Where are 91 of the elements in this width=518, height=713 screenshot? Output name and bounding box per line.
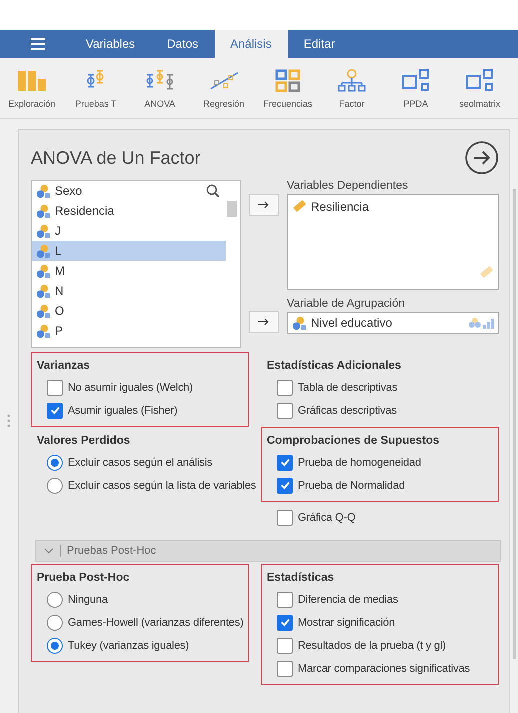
variable-item[interactable]: Sexo bbox=[32, 181, 226, 201]
check-icon bbox=[280, 480, 290, 491]
checkbox[interactable] bbox=[277, 592, 293, 608]
radio-button[interactable] bbox=[47, 478, 63, 494]
radio-label: Excluir casos según la lista de variables bbox=[68, 480, 256, 492]
variable-types-icon bbox=[468, 317, 494, 329]
checkbox[interactable] bbox=[277, 380, 293, 396]
group-title: Prueba Post-Hoc bbox=[37, 572, 131, 584]
variable-item[interactable]: N bbox=[32, 281, 226, 301]
radio-label: Games-Howell (varianzas diferentes) bbox=[68, 616, 244, 628]
checkbox[interactable] bbox=[277, 454, 293, 470]
checkbox-label: Prueba de Normalidad bbox=[298, 480, 406, 492]
nominal-variable-icon bbox=[36, 284, 51, 298]
variable-item[interactable]: Residencia bbox=[32, 201, 226, 221]
toolbar-button[interactable]: PPDA bbox=[384, 58, 448, 118]
checkbox[interactable] bbox=[277, 478, 293, 494]
toolbar-button[interactable]: Factor bbox=[320, 58, 384, 118]
arrow-icon bbox=[258, 201, 270, 209]
checkbox[interactable] bbox=[47, 380, 63, 396]
drag-handle-icon[interactable] bbox=[7, 414, 11, 428]
checkbox-label: Gráficas descriptivas bbox=[298, 404, 397, 416]
group-title: Varianzas bbox=[37, 360, 92, 372]
checkbox-label: Tabla de descriptivas bbox=[298, 382, 398, 394]
group-title: Estadísticas Adicionales bbox=[267, 360, 402, 372]
nominal-variable-icon bbox=[36, 324, 51, 338]
checkbox[interactable] bbox=[277, 402, 293, 418]
check-icon bbox=[50, 405, 60, 416]
menu-tab[interactable]: Variables bbox=[70, 30, 152, 58]
group-title: Valores Perdidos bbox=[37, 435, 132, 447]
checkbox-label: Resultados de la prueba (t y gl) bbox=[298, 640, 446, 652]
toolbar-button[interactable]: seolmatrix bbox=[448, 58, 512, 118]
move-arrow-button[interactable] bbox=[249, 194, 279, 216]
nominal-variable-icon bbox=[36, 244, 51, 258]
checkbox-label: Mostrar significación bbox=[298, 616, 396, 628]
checkbox[interactable] bbox=[277, 638, 293, 654]
toolbar-button[interactable]: Frecuencias bbox=[256, 58, 320, 118]
checkbox-label: Gráfica Q-Q bbox=[298, 512, 356, 524]
search-icon[interactable] bbox=[206, 184, 220, 198]
scrollbar[interactable] bbox=[513, 189, 516, 659]
checkbox-label: Marcar comparaciones significativas bbox=[298, 662, 470, 674]
toolbar-button[interactable]: Pruebas T bbox=[64, 58, 128, 118]
chevron-icon bbox=[44, 548, 54, 554]
section-header[interactable]: Pruebas Post-Hoc bbox=[35, 540, 501, 562]
field-label: Variable de Agrupación bbox=[287, 298, 406, 312]
move-arrow-button[interactable] bbox=[249, 311, 279, 333]
nominal-variable-icon bbox=[36, 224, 51, 238]
variable-item[interactable]: P bbox=[32, 321, 226, 341]
checkbox-label: Asumir iguales (Fisher) bbox=[68, 404, 178, 416]
field-label: Variables Dependientes bbox=[287, 180, 410, 194]
toolbar-button[interactable]: Regresión bbox=[192, 58, 256, 118]
variable-item[interactable]: J bbox=[32, 221, 226, 241]
nominal-variable-icon bbox=[36, 264, 51, 278]
nominal-variable-icon bbox=[292, 316, 307, 330]
nominal-variable-icon bbox=[36, 184, 51, 198]
grouping-variable-box[interactable]: Nivel educativo bbox=[287, 312, 499, 334]
menu-tab[interactable]: Análisis bbox=[214, 30, 288, 58]
checkbox-label: Diferencia de medias bbox=[298, 594, 398, 606]
dependent-variables-box[interactable]: Resiliencia bbox=[287, 194, 499, 290]
checkbox-label: No asumir iguales (Welch) bbox=[68, 382, 194, 394]
checkbox[interactable] bbox=[47, 402, 63, 418]
variable-item[interactable]: O bbox=[32, 301, 226, 321]
scrollbar-thumb[interactable] bbox=[227, 201, 237, 217]
radio-label: Ninguna bbox=[68, 594, 108, 606]
menu-tab[interactable]: Editar bbox=[288, 30, 352, 58]
radio-button[interactable] bbox=[47, 592, 63, 608]
hierarchy-icon bbox=[336, 67, 368, 95]
toolbar-button[interactable]: ANOVA bbox=[128, 58, 192, 118]
radio-button[interactable] bbox=[47, 638, 63, 654]
radio-button[interactable] bbox=[47, 454, 63, 470]
group-title: Estadísticas bbox=[267, 572, 336, 584]
menu-tab[interactable]: Datos bbox=[151, 30, 214, 58]
arrow-icon bbox=[258, 318, 270, 326]
variable-name: Nivel educativo bbox=[311, 316, 392, 330]
variable-item[interactable]: M bbox=[32, 261, 226, 281]
nominal-variable-icon bbox=[36, 204, 51, 218]
nominal-variable-icon bbox=[36, 304, 51, 318]
variable-name: Resiliencia bbox=[311, 200, 370, 214]
checkbox-label: Prueba de homogeneidad bbox=[298, 456, 422, 468]
check-icon bbox=[280, 617, 290, 628]
variable-item[interactable]: L bbox=[32, 241, 226, 261]
checkbox[interactable] bbox=[277, 614, 293, 630]
radio-button[interactable] bbox=[47, 614, 63, 630]
radio-label: Tukey (varianzas iguales) bbox=[68, 640, 190, 652]
checkbox[interactable] bbox=[277, 510, 293, 526]
radio-label: Excluir casos según el análisis bbox=[68, 456, 213, 468]
check-icon bbox=[280, 457, 290, 468]
run-arrow-button[interactable] bbox=[465, 141, 499, 175]
group-title: Comprobaciones de Supuestos bbox=[267, 435, 441, 447]
checkbox[interactable] bbox=[277, 660, 293, 676]
toolbar-button[interactable]: Exploración bbox=[0, 58, 64, 118]
panel-title: ANOVA de Un Factor bbox=[31, 148, 201, 168]
